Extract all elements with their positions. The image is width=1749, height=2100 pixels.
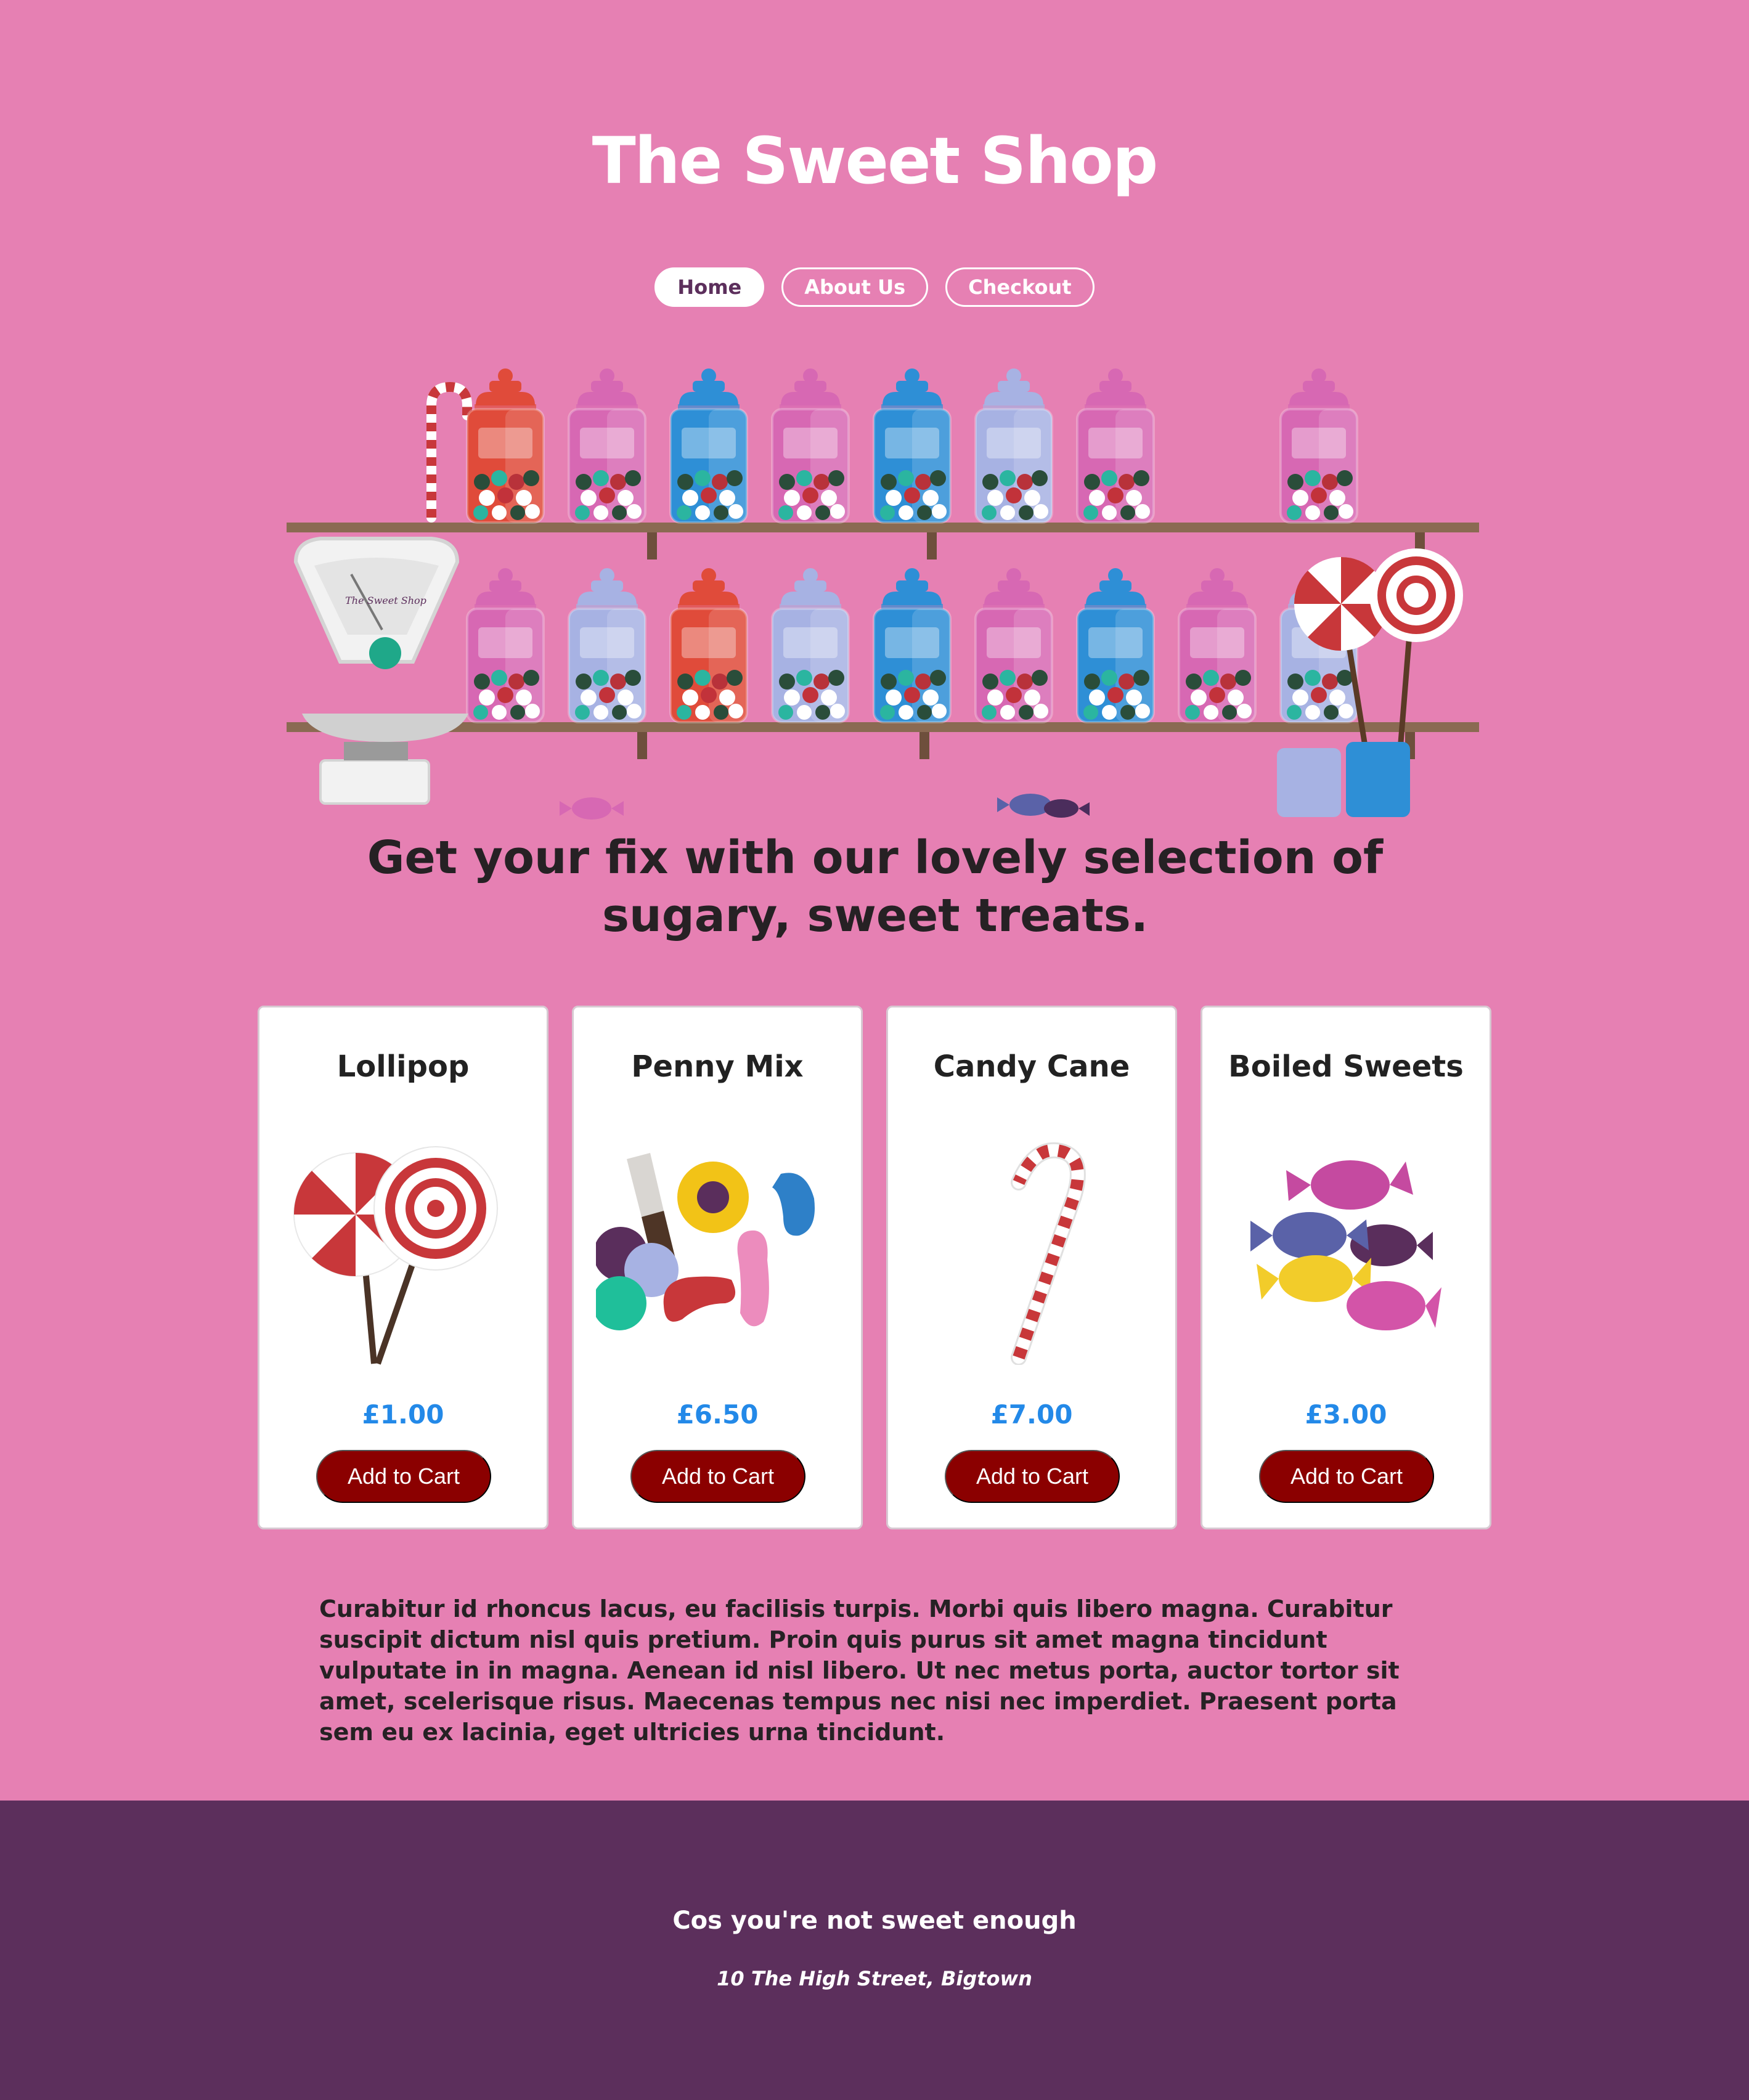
nav-home[interactable]: Home — [654, 267, 765, 307]
product-name: Boiled Sweets — [1228, 1049, 1464, 1084]
footer-address: 10 The High Street, Bigtown — [717, 1967, 1032, 1990]
add-to-cart-button[interactable]: Add to Cart — [630, 1450, 805, 1503]
site-title: The Sweet Shop — [592, 123, 1159, 198]
product-name: Candy Cane — [933, 1049, 1130, 1084]
product-card: Penny Mix £6.50 Add to Cart — [572, 1006, 863, 1529]
upper-shelf — [287, 523, 1479, 532]
hero-illustration: The Sweet Shop — [287, 367, 1479, 820]
add-to-cart-button[interactable]: Add to Cart — [316, 1450, 491, 1503]
content-paragraph: Curabitur id rhoncus lacus, eu facilisis… — [319, 1595, 1400, 1746]
product-price: £3.00 — [1305, 1399, 1387, 1430]
nav-checkout[interactable]: Checkout — [945, 267, 1095, 307]
product-name: Lollipop — [336, 1049, 470, 1084]
penny-mix-icon — [596, 1153, 815, 1330]
candy-cane-icon — [1011, 1142, 1086, 1365]
product-price: £1.00 — [362, 1399, 444, 1430]
add-to-cart-button[interactable]: Add to Cart — [945, 1450, 1120, 1503]
nav-about-us[interactable]: About Us — [781, 267, 929, 307]
product-card: Candy Cane £7.00 Add to Cart — [886, 1006, 1177, 1529]
product-name: Penny Mix — [631, 1049, 804, 1084]
product-card: Lollipop £1.00 Add to Cart — [258, 1006, 548, 1529]
hero-tagline: Get your fix with our lovely selection o… — [367, 831, 1384, 942]
product-price: £7.00 — [990, 1399, 1073, 1430]
product-grid: Lollipop £1.00 Add to Cart Penny Mix £6.… — [258, 1006, 1493, 1529]
add-to-cart-button[interactable]: Add to Cart — [1259, 1450, 1434, 1503]
product-card: Boiled Sweets £3.00 Add to Cart — [1201, 1006, 1491, 1529]
boiled-sweets-icon — [1250, 1160, 1441, 1330]
footer-tagline: Cos you're not sweet enough — [672, 1907, 1077, 1935]
svg-text:The Sweet Shop: The Sweet Shop — [345, 595, 426, 606]
scale-illustration: The Sweet Shop — [293, 537, 468, 805]
main-nav: Home About Us Checkout — [0, 267, 1749, 307]
lollipop-icon — [293, 1146, 498, 1365]
product-price: £6.50 — [676, 1399, 759, 1430]
lower-shelf — [287, 722, 1479, 732]
site-footer: Cos you're not sweet enough 10 The High … — [0, 1801, 1749, 2100]
